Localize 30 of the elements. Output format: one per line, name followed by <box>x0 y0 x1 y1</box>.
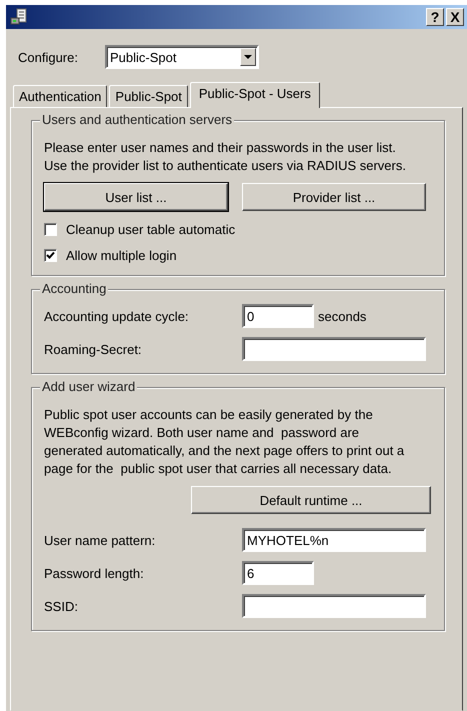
field-label: Accounting update cycle: <box>44 308 190 324</box>
field-label: User name pattern: <box>44 532 156 548</box>
push-button[interactable]: Provider list ... <box>242 183 426 211</box>
input-field[interactable]: MYHOTEL%n <box>242 528 426 552</box>
checkbox-label: Cleanup user table automatic <box>66 222 236 236</box>
description-text: Please enter user names and their passwords in the user list. Use the provider list to authenticate users via RADIUS servers. <box>44 139 407 175</box>
unit-label: seconds <box>318 308 366 324</box>
push-button[interactable]: User list ... <box>44 183 228 211</box>
input-field[interactable]: 6 <box>242 561 314 585</box>
push-button[interactable]: Default runtime ... <box>191 486 431 514</box>
dropdown-arrow-icon <box>244 55 252 59</box>
field-label: Password length: <box>44 566 145 580</box>
field-label: Roaming-Secret: <box>44 342 143 356</box>
help-button[interactable]: ? <box>426 8 444 26</box>
checkbox-label: Allow multiple login <box>66 248 177 262</box>
checkbox[interactable] <box>44 248 57 262</box>
configure-dropdown[interactable]: Public-Spot <box>105 45 259 69</box>
field-label: SSID: <box>44 598 79 614</box>
tab[interactable]: Authentication <box>13 85 108 107</box>
description-text: Public spot user accounts can be easily generated by the WEBconfig wizard. Both user name and password are generated automatically, and the next page offers to print out a page for the public spot user that carries all necessary data. <box>44 406 406 478</box>
tab[interactable]: Public-Spot <box>109 85 188 107</box>
input-field[interactable] <box>242 594 426 618</box>
checkbox[interactable] <box>44 222 57 236</box>
close-button[interactable]: X <box>446 8 464 26</box>
input-field[interactable] <box>242 337 426 361</box>
configure-label: Configure: <box>18 50 79 64</box>
app-icon <box>10 8 28 26</box>
tab[interactable]: Public-Spot - Users <box>190 82 320 108</box>
group-title: Accounting <box>40 281 108 297</box>
input-field[interactable]: 0 <box>242 304 314 328</box>
